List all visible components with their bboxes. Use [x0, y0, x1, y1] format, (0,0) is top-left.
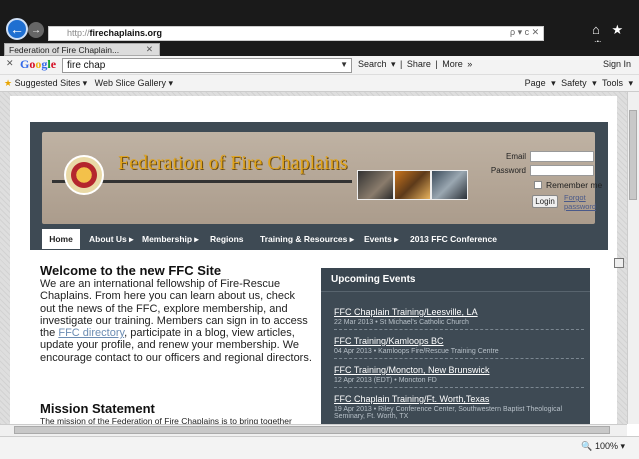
browser-tab[interactable]: Federation of Fire Chaplain... ✕ [4, 43, 160, 56]
event-detail: 19 Apr 2013 • Riley Conference Center, S… [334, 406, 563, 420]
chevron-down-icon[interactable]: ▼ [340, 60, 348, 69]
event-item: FFC Training/Kamloops BC 04 Apr 2013 • Ka… [334, 336, 584, 359]
google-buttons: Search ▾ | Share | More » [358, 59, 473, 69]
url-domain: firechaplains.org [89, 28, 163, 38]
more-button[interactable]: More » [442, 59, 472, 69]
zoom-value: 100% [594, 441, 618, 451]
url-prefix: http:// [67, 28, 90, 38]
share-button[interactable]: Share [407, 59, 431, 69]
print-icon[interactable] [614, 258, 624, 268]
back-button[interactable]: ← [6, 18, 28, 40]
password-label: Password [490, 166, 526, 175]
event-title-link[interactable]: FFC Training/Kamloops BC [334, 336, 584, 346]
nav-2013-conference[interactable]: 2013 FFC Conference [410, 229, 497, 249]
forward-button[interactable]: → [28, 22, 44, 38]
google-logo: Google [20, 57, 57, 71]
event-item: FFC Chaplain Training/Leesville, LA 22 Ma… [334, 307, 584, 330]
nav-events[interactable]: Events ▸ [364, 229, 399, 249]
email-field[interactable] [530, 151, 594, 162]
nav-about-us[interactable]: About Us ▸ [89, 229, 133, 249]
google-search-input[interactable]: fire chap ▼ [62, 58, 352, 73]
nav-training-resources[interactable]: Training & Resources ▸ [260, 229, 354, 249]
header-photo [394, 170, 431, 200]
event-detail: 12 Apr 2013 (EDT) • Moncton FD [334, 377, 437, 384]
mission-heading: Mission Statement [40, 401, 155, 416]
tab-title: Federation of Fire Chaplain... [9, 45, 120, 55]
main-nav: Home About Us ▸ Membership ▸ Regions Tra… [38, 229, 606, 249]
google-search-value: fire chap [67, 60, 106, 71]
intro-text: We are an international fellowship of Fi… [40, 278, 312, 364]
horizontal-scroll-thumb[interactable] [14, 426, 610, 434]
events-heading: Upcoming Events [321, 268, 590, 292]
ffc-directory-link[interactable]: FFC directory [58, 327, 124, 339]
web-slice-gallery-link[interactable]: Web Slice Gallery ▾ [95, 78, 173, 88]
command-bar-menus[interactable]: Page ▾ Safety ▾ Tools ▾ [525, 78, 633, 89]
header-photo [431, 170, 468, 200]
remember-me-label: Remember me [546, 180, 603, 190]
header-photo [357, 170, 394, 200]
sign-in-link[interactable]: Sign In [603, 59, 631, 69]
favorites-links: ★ Suggested Sites ▾ Web Slice Gallery ▾ [4, 78, 173, 89]
event-title-link[interactable]: FFC Chaplain Training/Leesville, LA [334, 307, 584, 317]
event-item: FFC Training/Moncton, New Brunswick 12 Ap… [334, 365, 584, 388]
event-detail: 22 Mar 2013 • St Michael's Catholic Chur… [334, 319, 469, 326]
header-panel [42, 132, 595, 224]
password-field[interactable] [530, 165, 594, 176]
close-tab-icon[interactable]: ✕ [146, 44, 153, 55]
forgot-password-link[interactable]: Forgot password [564, 193, 598, 211]
remember-me-checkbox[interactable] [534, 181, 542, 189]
mission-text: The mission of the Federation of Fire Ch… [40, 416, 292, 424]
status-bar [0, 436, 639, 459]
vertical-scroll-thumb[interactable] [629, 110, 637, 200]
close-icon[interactable]: ✕ [6, 58, 14, 69]
address-bar[interactable]: http://firechaplains.org [48, 26, 544, 41]
address-controls[interactable]: ρ ▾ c ✕ [510, 27, 539, 38]
google-search-button[interactable]: Search ▾ [358, 59, 396, 69]
star-icon[interactable]: ★ [4, 78, 12, 88]
event-title-link[interactable]: FFC Chaplain Training/Ft. Worth,Texas [334, 394, 584, 404]
nav-membership[interactable]: Membership ▸ [142, 229, 199, 249]
zoom-level[interactable]: 🔍 100% ▾ [581, 441, 625, 452]
nav-regions[interactable]: Regions [210, 229, 244, 249]
suggested-sites-link[interactable]: Suggested Sites ▾ [15, 78, 88, 88]
event-item: FFC Chaplain Training/Ft. Worth,Texas 19 … [334, 394, 584, 423]
welcome-heading: Welcome to the new FFC Site [40, 263, 222, 278]
google-toolbar: ✕ Google fire chap ▼ Search ▾ | Share | M… [0, 56, 639, 75]
favorites-bar: ★ Suggested Sites ▾ Web Slice Gallery ▾ … [0, 75, 639, 92]
ffc-logo[interactable] [64, 155, 104, 195]
email-label: Email [505, 152, 526, 161]
nav-home[interactable]: Home [42, 229, 80, 249]
site-title[interactable]: Federation of Fire Chaplains [118, 152, 347, 175]
event-detail: 04 Apr 2013 • Kamloops Fire/Rescue Train… [334, 348, 499, 355]
zoom-icon: 🔍 [581, 441, 593, 451]
login-button[interactable]: Login [532, 195, 558, 208]
event-title-link[interactable]: FFC Training/Moncton, New Brunswick [334, 365, 584, 375]
